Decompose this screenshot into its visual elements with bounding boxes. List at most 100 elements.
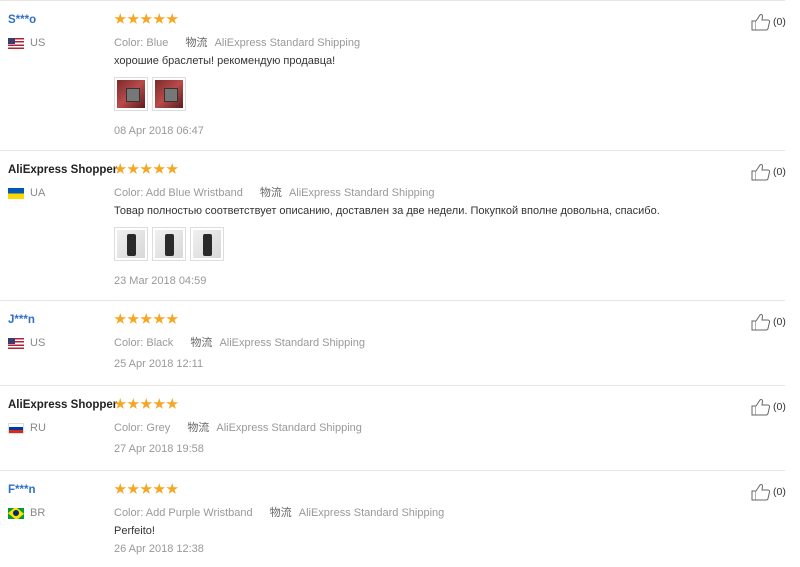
review-photo-thumbnail[interactable] xyxy=(152,77,186,111)
thumbs-up-icon xyxy=(751,313,771,331)
reviewer-country: US xyxy=(8,337,45,349)
reviewer-country: US xyxy=(8,37,45,49)
star-icon xyxy=(153,163,166,174)
color-label: Color: xyxy=(114,337,144,349)
shipping-value: AliExpress Standard Shipping xyxy=(214,37,361,49)
review-photos xyxy=(114,77,190,111)
star-icon xyxy=(114,13,127,24)
order-attributes: Color: Blue 物流 AliExpress Standard Shipp… xyxy=(114,34,374,50)
ua-flag-icon xyxy=(8,187,24,199)
reviewer-country: BR xyxy=(8,507,45,519)
star-icon xyxy=(166,13,179,24)
color-label: Color: xyxy=(114,507,144,519)
star-icon xyxy=(127,398,140,409)
star-icon xyxy=(140,163,153,174)
review-photo-thumbnail[interactable] xyxy=(152,227,186,261)
helpful-count: (0) xyxy=(773,316,786,328)
review-date: 26 Apr 2018 12:38 xyxy=(114,543,204,555)
thumbs-up-icon xyxy=(751,13,771,31)
helpful-count: (0) xyxy=(773,16,786,28)
reviewer-country: UA xyxy=(8,187,45,199)
order-attributes: Color: Black 物流 AliExpress Standard Ship… xyxy=(114,334,379,350)
star-icon xyxy=(166,398,179,409)
shipping-label: 物流 xyxy=(259,187,282,199)
order-attributes: Color: Add Purple Wristband 物流 AliExpres… xyxy=(114,504,458,520)
star-icon xyxy=(140,13,153,24)
reviewer-name: AliExpress Shopper xyxy=(8,164,118,176)
reviewer-name[interactable]: J***n xyxy=(8,314,35,326)
review-comment: Товар полностью соответствует описанию, … xyxy=(114,205,660,217)
star-icon xyxy=(127,483,140,494)
color-label: Color: xyxy=(114,187,144,199)
review-item: AliExpress Shopper UA Color: Add Blue Wr… xyxy=(0,151,786,301)
review-photos xyxy=(114,227,228,261)
review-item: J***n US Color: Black 物流 AliExpress Stan… xyxy=(0,301,786,386)
star-rating xyxy=(114,163,179,177)
review-photo-thumbnail[interactable] xyxy=(190,227,224,261)
star-rating xyxy=(114,398,179,412)
country-code: US xyxy=(30,337,46,349)
star-icon xyxy=(153,398,166,409)
review-feed: S***o US Color: Blue 物流 AliExpress Stand… xyxy=(0,0,800,567)
color-label: Color: xyxy=(114,37,144,49)
helpful-button[interactable]: (0) xyxy=(751,483,786,501)
star-icon xyxy=(127,13,140,24)
helpful-button[interactable]: (0) xyxy=(751,13,786,31)
shipping-label: 物流 xyxy=(187,422,210,434)
shipping-label: 物流 xyxy=(185,37,208,49)
star-icon xyxy=(166,163,179,174)
reviewer-country: RU xyxy=(8,422,46,434)
shipping-value: AliExpress Standard Shipping xyxy=(288,187,435,199)
star-icon xyxy=(140,313,153,324)
thumbs-up-icon xyxy=(751,483,771,501)
reviewer-name: AliExpress Shopper xyxy=(8,399,118,411)
order-attributes: Color: Grey 物流 AliExpress Standard Shipp… xyxy=(114,419,376,435)
helpful-count: (0) xyxy=(773,401,786,413)
star-icon xyxy=(127,163,140,174)
shipping-value: AliExpress Standard Shipping xyxy=(298,507,445,519)
color-value: Add Purple Wristband xyxy=(145,507,253,519)
country-code: US xyxy=(30,37,46,49)
star-icon xyxy=(153,483,166,494)
shipping-value: AliExpress Standard Shipping xyxy=(219,337,365,349)
review-date: 25 Apr 2018 12:11 xyxy=(114,358,204,370)
star-icon xyxy=(166,313,179,324)
star-rating xyxy=(114,313,179,327)
shipping-value: AliExpress Standard Shipping xyxy=(216,422,362,434)
review-photo-thumbnail[interactable] xyxy=(114,227,148,261)
review-comment: Perfeito! xyxy=(114,525,155,537)
helpful-button[interactable]: (0) xyxy=(751,398,786,416)
reviewer-name[interactable]: F***n xyxy=(8,484,35,496)
country-code: BR xyxy=(30,507,46,519)
ru-flag-icon xyxy=(8,422,24,434)
review-date: 08 Apr 2018 06:47 xyxy=(114,125,204,137)
color-value: Blue xyxy=(146,37,169,49)
star-icon xyxy=(140,483,153,494)
color-value: Add Blue Wristband xyxy=(145,187,243,199)
shipping-label: 物流 xyxy=(190,337,213,349)
color-label: Color: xyxy=(114,422,144,434)
review-item: AliExpress Shopper RU Color: Grey 物流 Ali… xyxy=(0,386,786,471)
helpful-count: (0) xyxy=(773,486,786,498)
reviewer-name[interactable]: S***o xyxy=(8,14,36,26)
country-code: RU xyxy=(30,422,46,434)
review-comment: хорошие браслеты! рекомендую продавца! xyxy=(114,55,336,67)
review-photo-thumbnail[interactable] xyxy=(114,77,148,111)
us-flag-icon xyxy=(8,37,24,49)
helpful-count: (0) xyxy=(773,166,786,178)
star-icon xyxy=(114,398,127,409)
star-icon xyxy=(153,13,166,24)
color-value: Grey xyxy=(146,422,171,434)
star-icon xyxy=(114,483,127,494)
review-date: 23 Mar 2018 04:59 xyxy=(114,275,207,287)
order-attributes: Color: Add Blue Wristband 物流 AliExpress … xyxy=(114,184,448,200)
review-item: S***o US Color: Blue 物流 AliExpress Stand… xyxy=(0,1,786,151)
star-icon xyxy=(114,313,127,324)
helpful-button[interactable]: (0) xyxy=(751,313,786,331)
star-icon xyxy=(153,313,166,324)
star-icon xyxy=(114,163,127,174)
helpful-button[interactable]: (0) xyxy=(751,163,786,181)
star-icon xyxy=(166,483,179,494)
thumbs-up-icon xyxy=(751,163,771,181)
star-icon xyxy=(127,313,140,324)
